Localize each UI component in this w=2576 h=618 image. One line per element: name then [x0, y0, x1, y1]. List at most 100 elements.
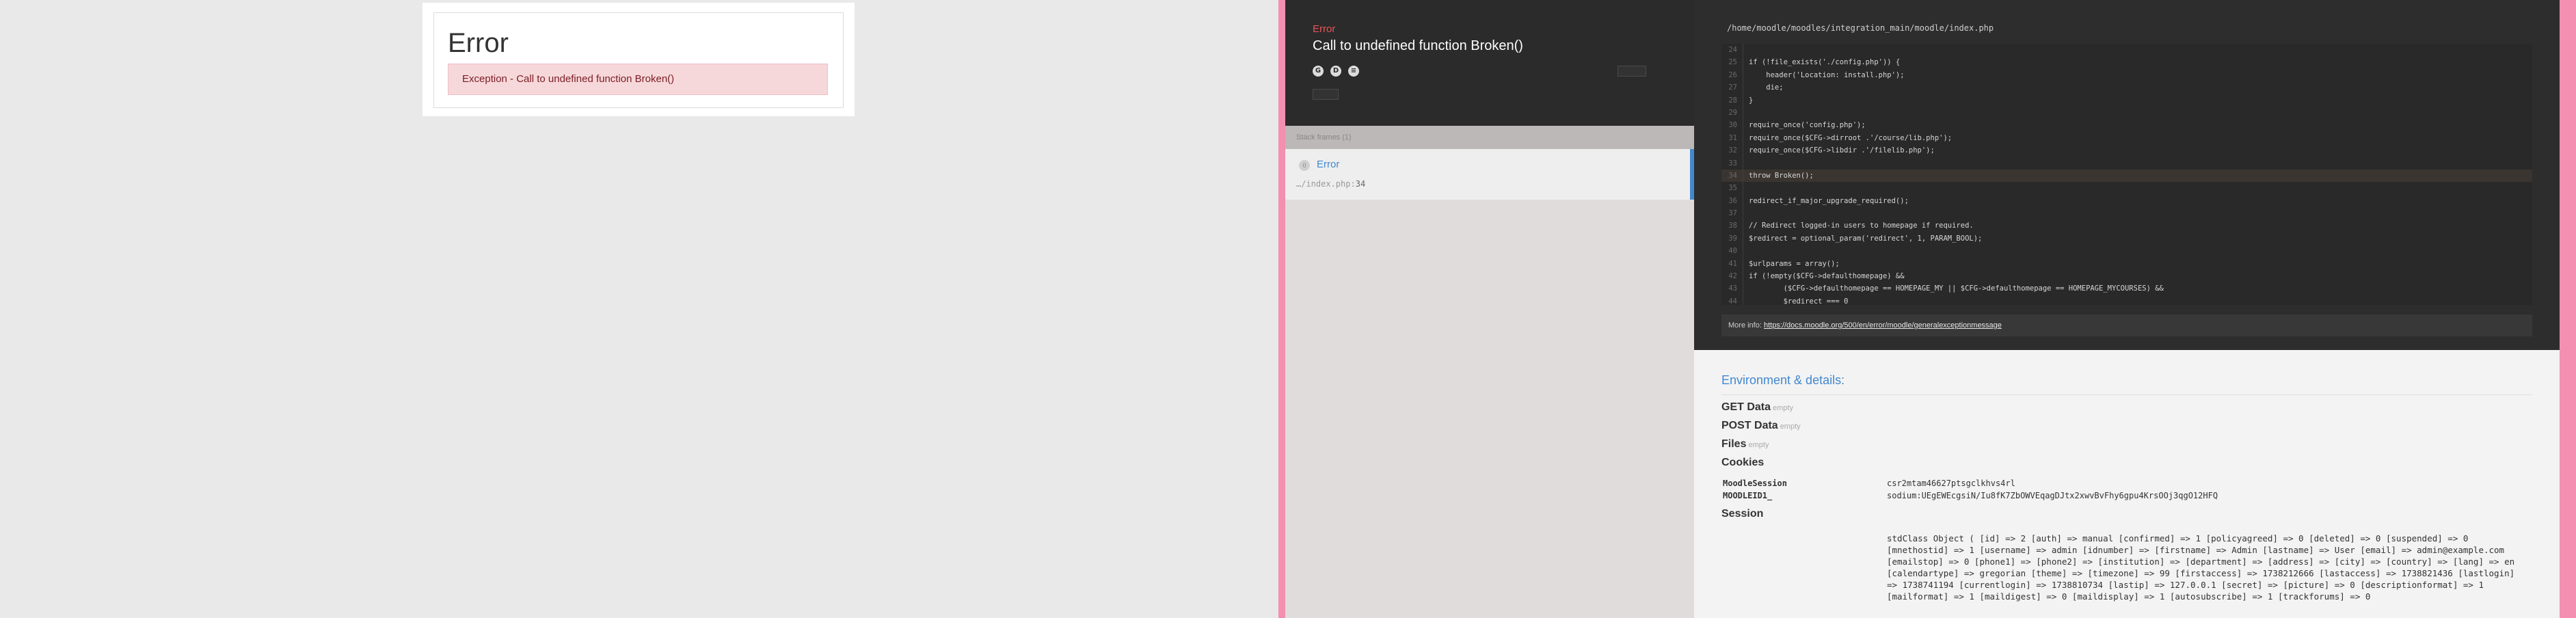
code-line: 42 if (!empty($CFG->defaulthomepage) &&: [1721, 270, 2532, 283]
code-line: 27 die;: [1721, 81, 2532, 94]
line-number: 31: [1721, 131, 1743, 145]
code-line: 28}: [1721, 94, 2532, 107]
frame-index: 0: [1299, 160, 1310, 171]
session-value: stdClass Object ( [id] => 2 [auth] => ma…: [1887, 533, 2515, 602]
line-number: 29: [1721, 106, 1743, 120]
line-number: 37: [1721, 207, 1743, 220]
frame-class: Error: [1317, 159, 1340, 170]
line-number: 40: [1721, 245, 1743, 258]
code-text: require_once('config.php');: [1749, 121, 1866, 130]
line-number: 28: [1721, 94, 1743, 107]
table-row: MOODLEID1_ sodium:UEgEWEcgsiN/Iu8fK7ZbOW…: [1721, 489, 2532, 502]
code-text: header('Location: install.php');: [1749, 70, 1905, 79]
code-line: 30 require_once('config.php');: [1721, 119, 2532, 132]
cookie-value: csr2mtam46627ptsgclkhvs4rl: [1887, 479, 2015, 488]
moodle-error-page: Error Exception - Call to undefined func…: [0, 0, 1278, 618]
empty-label: empty: [1780, 422, 1801, 431]
details-column: /home/moodle/moodles/integration_main/mo…: [1694, 0, 2560, 618]
code-text: ($CFG->defaulthomepage == HOMEPAGE_MY ||…: [1749, 284, 2164, 293]
empty-label: empty: [1748, 441, 1769, 449]
pink-divider-right: [2560, 0, 2576, 618]
duckduckgo-icon[interactable]: D: [1330, 66, 1341, 77]
line-number: 30: [1721, 119, 1743, 132]
cookies-label: Cookies: [1721, 457, 1765, 468]
whoops-exception-panel: Error Call to undefined function Broken(…: [1285, 0, 2560, 618]
frame-line: 34: [1355, 179, 1366, 189]
code-line: 38 // Redirect logged-in users to homepag…: [1721, 219, 2532, 232]
error-card: Error Exception - Call to undefined func…: [422, 3, 855, 116]
code-line: 35: [1721, 182, 2532, 195]
line-number: 33: [1721, 157, 1743, 170]
error-title: Error: [448, 28, 509, 58]
code-line: 36 redirect_if_major_upgrade_required();: [1721, 194, 2532, 208]
line-number: 39: [1721, 232, 1743, 245]
error-alert: Exception - Call to undefined function B…: [448, 64, 828, 95]
empty-label: empty: [1773, 404, 1793, 412]
code-text: die;: [1749, 83, 1784, 92]
cookie-value: sodium:UEgEWEcgsiN/Iu8fK7ZbOWVEqagDJtx2x…: [1887, 491, 2218, 500]
file-path[interactable]: /home/moodle/moodles/integration_main/mo…: [1727, 23, 1994, 33]
stack-frame-item[interactable]: 0 Error …/index.php:34: [1285, 149, 1694, 200]
line-number: 32: [1721, 144, 1743, 157]
code-text: require_once($CFG->libdir .'/filelib.php…: [1749, 146, 1935, 155]
environment-details: Environment & details: GET Data empty POS…: [1721, 373, 2532, 602]
line-number: 44: [1721, 295, 1743, 305]
files-row: Files empty: [1721, 438, 2532, 451]
table-row: MoodleSession csr2mtam46627ptsgclkhvs4rl: [1721, 477, 2532, 489]
cookie-key: MoodleSession: [1723, 479, 1787, 488]
line-number: 35: [1721, 182, 1743, 195]
code-line: 32 require_once($CFG->libdir .'/filelib.p…: [1721, 144, 2532, 157]
exception-type: Error: [1313, 23, 1336, 35]
code-line: 26 header('Location: install.php');: [1721, 68, 2532, 82]
code-line: 40: [1721, 245, 2532, 258]
exception-message: Call to undefined function Broken(): [1313, 38, 1523, 53]
code-text: redirect_if_major_upgrade_required();: [1749, 196, 1909, 205]
line-number: 24: [1721, 44, 1743, 57]
stack-frames-label: Stack frames (1): [1285, 126, 1694, 149]
code-block: 24 25 if (!file_exists('./config.php')) {2…: [1721, 44, 2532, 305]
stackoverflow-icon[interactable]: ≡: [1348, 66, 1359, 77]
post-data-label: POST Data: [1721, 420, 1778, 431]
cookie-key: MOODLEID1_: [1723, 491, 1773, 500]
code-line: 29: [1721, 106, 2532, 120]
session-label: Session: [1721, 508, 1764, 520]
code-line: 31 require_once($CFG->dirroot .'/course/l…: [1721, 131, 2532, 145]
files-label: Files: [1721, 438, 1747, 450]
code-text: if (!empty($CFG->defaulthomepage) &&: [1749, 272, 1905, 281]
code-line: 25 if (!file_exists('./config.php')) {: [1721, 56, 2532, 69]
code-text: // Redirect logged-in users to homepage …: [1749, 221, 1974, 230]
line-number: 34: [1721, 169, 1743, 183]
line-number: 36: [1721, 194, 1743, 208]
code-line: 33: [1721, 157, 2532, 170]
code-text: require_once($CFG->dirroot .'/course/lib…: [1749, 133, 1953, 142]
exception-header: Error Call to undefined function Broken(…: [1285, 0, 1694, 126]
post-data-row: POST Data empty: [1721, 420, 2532, 432]
frames-column: Error Call to undefined function Broken(…: [1285, 0, 1694, 618]
line-number: 41: [1721, 257, 1743, 271]
code-text: if (!file_exists('./config.php')) {: [1749, 58, 1901, 67]
hide-frames-button[interactable]: [1313, 89, 1339, 100]
line-number: 26: [1721, 68, 1743, 82]
get-data-label: GET Data: [1721, 401, 1771, 413]
code-line: 24: [1721, 44, 2532, 57]
code-text: $urlparams = array();: [1749, 259, 1840, 268]
code-line: 44 $redirect === 0: [1721, 295, 2532, 305]
code-text: throw Broken();: [1749, 171, 1814, 180]
code-text: }: [1749, 96, 1754, 105]
line-number: 38: [1721, 219, 1743, 232]
line-number: 27: [1721, 81, 1743, 94]
copy-button[interactable]: [1618, 66, 1646, 77]
search-links: G D ≡: [1313, 66, 1359, 77]
code-area: /home/moodle/moodles/integration_main/mo…: [1694, 0, 2560, 350]
line-number: 43: [1721, 282, 1743, 295]
line-number: 25: [1721, 56, 1743, 69]
line-number: 42: [1721, 270, 1743, 283]
code-line: 39 $redirect = optional_param('redirect',…: [1721, 232, 2532, 245]
error-box: Error Exception - Call to undefined func…: [433, 12, 844, 108]
frame-file: …/index.php: [1296, 179, 1351, 189]
code-line: 37: [1721, 207, 2532, 220]
cookies-table: MoodleSession csr2mtam46627ptsgclkhvs4rl…: [1721, 477, 2532, 502]
google-icon[interactable]: G: [1313, 66, 1324, 77]
more-info-link[interactable]: https://docs.moodle.org/500/en/error/moo…: [1764, 321, 2002, 330]
code-line: 43 ($CFG->defaulthomepage == HOMEPAGE_MY…: [1721, 282, 2532, 295]
